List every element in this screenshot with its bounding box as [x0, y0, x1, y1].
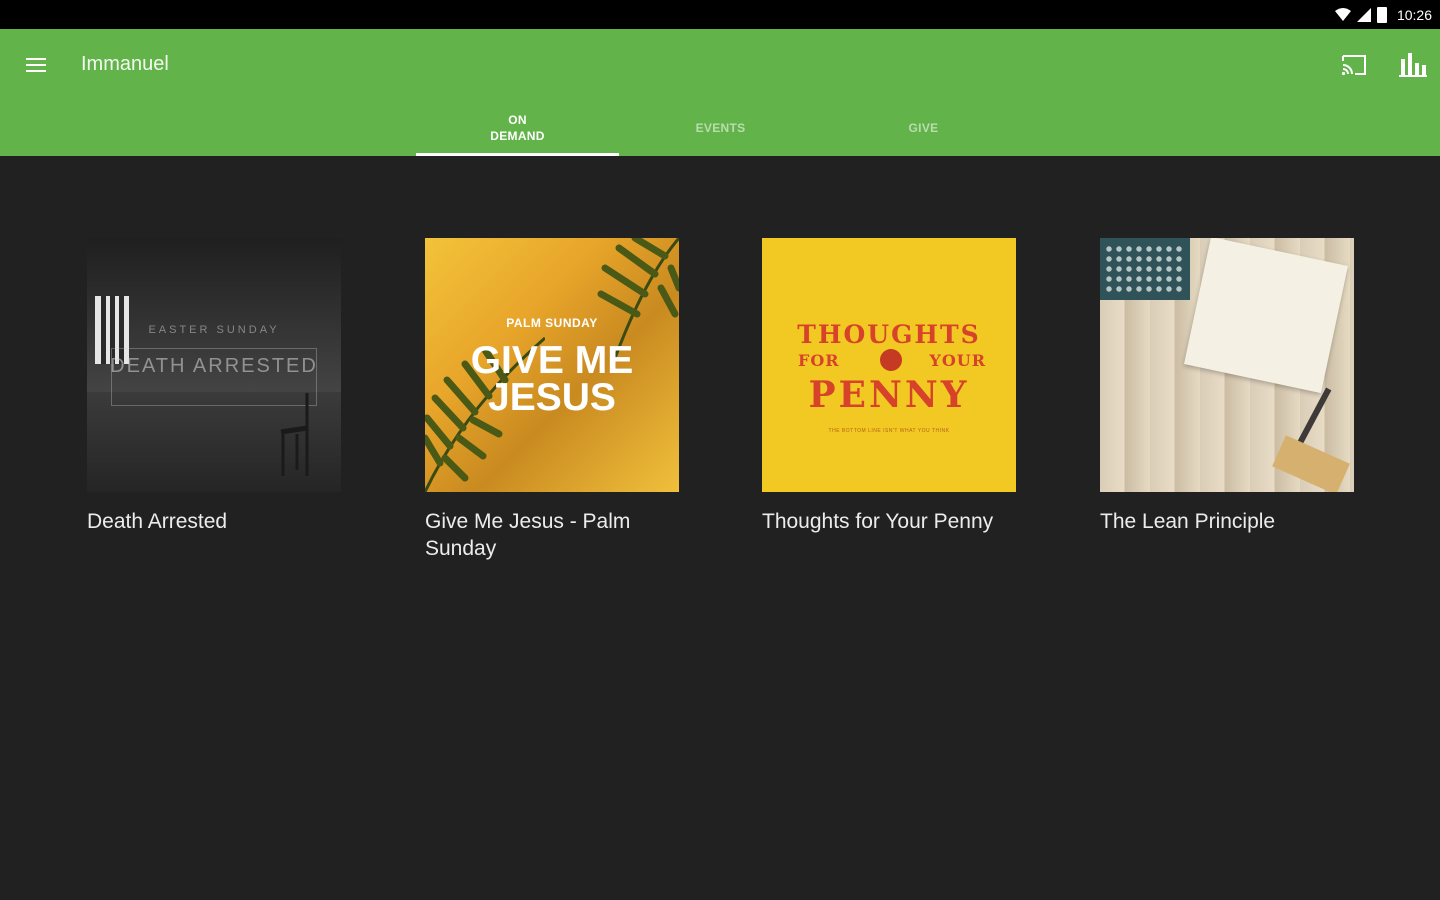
series-card-give-me-jesus[interactable]: PALM SUNDAY GIVE ME JESUS Give Me Jesus …	[425, 238, 679, 562]
art-line-2a: FOR	[798, 351, 840, 370]
art-title: DEATH ARRESTED	[110, 355, 318, 377]
tab-give[interactable]: GIVE	[822, 99, 1025, 156]
art-line-3: PENNY	[808, 374, 970, 416]
series-thumbnail: PALM SUNDAY GIVE ME JESUS	[425, 238, 679, 492]
art-title: GIVE ME JESUS	[470, 339, 634, 419]
series-thumbnail: THOUGHTS FOR YOUR PENNY THE BOTTOM LINE …	[762, 238, 1016, 492]
series-card-thoughts-for-your-penny[interactable]: THOUGHTS FOR YOUR PENNY THE BOTTOM LINE …	[762, 238, 1016, 535]
series-title: Give Me Jesus - Palm Sunday	[425, 510, 631, 560]
menu-icon[interactable]	[24, 53, 48, 77]
art-small-text: THE BOTTOM LINE ISN'T WHAT YOU THINK	[828, 428, 950, 434]
bar-chart-icon[interactable]	[1399, 51, 1427, 77]
series-title: The Lean Principle	[1100, 510, 1276, 533]
app-title: Immanuel	[81, 53, 169, 75]
series-title: Thoughts for Your Penny	[762, 510, 994, 533]
series-title: Death Arrested	[87, 510, 228, 533]
tab-on-demand[interactable]: ON DEMAND	[416, 99, 619, 156]
wood-block-icon	[1272, 435, 1350, 492]
status-icons: 10:26	[1334, 5, 1432, 25]
chair-icon	[280, 393, 309, 476]
wifi-icon	[1334, 8, 1351, 21]
penny-icon	[880, 349, 902, 371]
battery-icon	[1376, 7, 1387, 23]
app-bar: Immanuel ON DEMAND EVENTS GIVE	[0, 29, 1440, 156]
art-subtitle: EASTER SUNDAY	[148, 324, 280, 336]
status-bar: 10:26	[0, 0, 1440, 29]
series-card-the-lean-principle[interactable]: The Lean Principle	[1100, 238, 1354, 535]
art-line-1: THOUGHTS	[797, 320, 981, 349]
tab-events[interactable]: EVENTS	[619, 99, 822, 156]
notebook-icon	[1184, 238, 1348, 394]
typewriter-icon	[1100, 238, 1190, 300]
signal-icon	[1356, 8, 1371, 22]
series-thumbnail: EASTER SUNDAY DEATH ARRESTED	[87, 238, 341, 492]
art-line-2b: YOUR	[929, 351, 986, 370]
tab-bar: ON DEMAND EVENTS GIVE	[416, 99, 1025, 156]
series-card-death-arrested[interactable]: EASTER SUNDAY DEATH ARRESTED Death Arres…	[87, 238, 341, 535]
art-subtitle: PALM SUNDAY	[506, 316, 598, 330]
series-thumbnail	[1100, 238, 1354, 492]
clock: 10:26	[1396, 7, 1432, 23]
cast-icon[interactable]	[1340, 53, 1368, 77]
